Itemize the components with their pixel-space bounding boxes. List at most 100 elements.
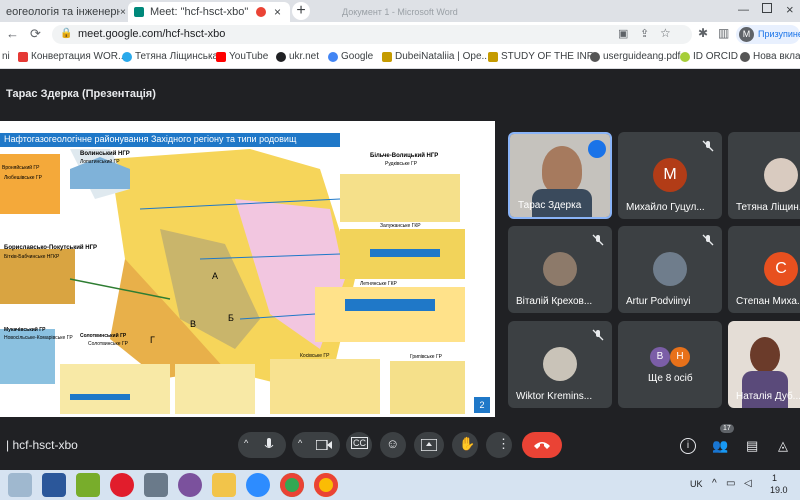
viber-icon[interactable] (178, 473, 202, 497)
captions-icon: CC (351, 437, 368, 449)
profile-avatar: M (739, 27, 754, 42)
participant-tile[interactable]: С Степан Миха... (728, 226, 800, 313)
mic-off-icon (702, 234, 714, 246)
captions-button[interactable]: CC (346, 432, 372, 458)
camera-button[interactable]: ^ (292, 432, 340, 458)
map-label: Косівське ГР (300, 353, 330, 359)
participant-tile[interactable]: Віталій Крехов... (508, 226, 612, 313)
microphone-button[interactable]: ^ (238, 432, 286, 458)
profile-button[interactable]: M Призупинено (736, 25, 800, 44)
reactions-button[interactable]: ☺ (380, 432, 406, 458)
hang-up-icon (534, 442, 550, 449)
tab-word-doc[interactable]: Документ 1 - Microsoft Word (342, 2, 462, 22)
youtube-icon (216, 51, 226, 62)
present-button[interactable] (414, 432, 444, 458)
back-arrow-icon[interactable]: ← (6, 26, 19, 41)
minimize-button[interactable]: — (738, 4, 749, 16)
file-explorer-icon[interactable] (8, 473, 32, 497)
recording-indicator-icon (256, 7, 266, 17)
bookmark-star-icon[interactable]: ☆ (660, 26, 671, 40)
meeting-info-icon[interactable]: i (680, 438, 696, 454)
participant-tile[interactable]: М Михайло Гуцул... (618, 132, 722, 219)
participant-tile[interactable]: Наталія Дуб... (728, 321, 800, 408)
bookmark-item[interactable]: Нова вклад (740, 51, 800, 62)
zoom-icon[interactable] (246, 473, 270, 497)
chat-button[interactable]: ▤ (746, 438, 762, 454)
speaking-indicator-icon (588, 140, 606, 158)
video-camera-icon (316, 440, 332, 450)
network-icon[interactable]: ▭ (726, 478, 735, 489)
reload-icon[interactable]: ⟳ (30, 26, 41, 42)
extensions-icon[interactable]: ✱ (698, 26, 708, 40)
chrome-icon[interactable] (314, 473, 338, 497)
participant-tile-speaker[interactable]: Тарас Здерка (508, 132, 612, 219)
bookmark-item[interactable]: Google (328, 51, 373, 62)
bookmark-label: ukr.net (289, 51, 320, 62)
tray-chevron-icon[interactable]: ^ (712, 478, 717, 489)
presenter-title: Тарас Здерка (Презентація) (6, 88, 156, 100)
volume-icon[interactable]: ◁ (744, 478, 752, 489)
sidebar-icon[interactable]: ▥ (718, 26, 729, 40)
bookmark-label: ni (2, 51, 10, 62)
map-label: Вроняйський ГР (2, 165, 40, 171)
keyboard-language[interactable]: UK (690, 479, 703, 489)
maximize-button[interactable] (762, 3, 772, 13)
tab-close-icon[interactable]: × (274, 2, 281, 22)
orcid-icon (680, 51, 690, 62)
activities-button[interactable]: ◬ (778, 438, 794, 454)
map-label: Мукачівський ГР (4, 327, 46, 333)
map-label: Залужанське ГКР (380, 223, 421, 229)
more-participants-label: Ще 8 осіб (648, 373, 693, 384)
camera-permission-icon[interactable]: ▣ (618, 27, 628, 40)
presentation-slide: Нафтогазогеологічне районування Західног… (0, 121, 495, 417)
meeting-code: | hcf-hsct-xbo (6, 438, 78, 452)
bookmark-item[interactable]: STUDY OF THE INF... (488, 51, 600, 62)
tab-close-icon[interactable]: × (120, 2, 126, 22)
more-participants-tile[interactable]: В Н Ще 8 осіб (618, 321, 722, 408)
participant-tile[interactable]: Тетяна Ліщин... (728, 132, 800, 219)
tools-icon[interactable] (144, 473, 168, 497)
bookmark-item[interactable]: Тетяна Ліщинська (122, 51, 218, 62)
more-options-button[interactable]: ⋮ (486, 432, 512, 458)
utorrent-icon[interactable] (76, 473, 100, 497)
people-button[interactable]: 👥 17 (712, 424, 734, 454)
hand-icon: ✋ (459, 436, 476, 451)
bookmark-item[interactable]: userguideang.pdf (590, 51, 680, 62)
google-icon (328, 51, 338, 62)
word-icon[interactable] (42, 473, 66, 497)
map-letter: А (212, 271, 219, 281)
bookmark-item[interactable]: DubeiNataliia | Ope... (382, 51, 490, 62)
telegram-icon (122, 51, 132, 62)
opera-icon[interactable] (110, 473, 134, 497)
tab-label: Meet: "hcf-hsct-xbo" (150, 6, 249, 18)
leave-call-button[interactable] (522, 432, 562, 458)
share-icon[interactable]: ⇪ (640, 27, 649, 40)
mic-off-icon (592, 234, 604, 246)
bookmark-label: Google (341, 51, 374, 62)
bookmark-item[interactable]: ID ORCID (680, 51, 738, 62)
bookmark-item[interactable]: ni (2, 51, 10, 62)
window-close-button[interactable]: × (786, 2, 794, 17)
map-label: Новосільське-Комарівське ГР (4, 335, 73, 341)
slide-title-bar: Нафтогазогеологічне районування Західног… (0, 133, 340, 147)
chrome-profile-icon[interactable] (280, 473, 304, 497)
participant-tile[interactable]: Artur Podviinyi (618, 226, 722, 313)
clock-date[interactable]: 19.0 (770, 485, 788, 495)
slide-title: Нафтогазогеологічне районування Західног… (4, 134, 297, 144)
participant-name: Степан Миха... (736, 296, 800, 307)
folder-icon[interactable] (212, 473, 236, 497)
new-tab-button[interactable]: + (292, 2, 310, 20)
section-box (0, 154, 60, 214)
tab-meet[interactable]: Meet: "hcf-hsct-xbo" × (128, 2, 290, 22)
raise-hand-button[interactable]: ✋ (452, 432, 478, 458)
clock-time[interactable]: 1 (772, 473, 777, 483)
mic-icon (264, 438, 274, 448)
bookmark-item[interactable]: Конвертация WOR... (18, 51, 126, 62)
address-field[interactable]: 🔒 meet.google.com/hcf-hsct-xbo ▣ ⇪ ☆ (52, 25, 692, 44)
participant-name: Wiktor Kremins... (516, 391, 593, 402)
tab-geology[interactable]: еогеологія та інженерна геол (0, 2, 120, 22)
bookmark-item[interactable]: YouTube (216, 51, 268, 62)
participant-tile[interactable]: Wiktor Kremins... (508, 321, 612, 408)
section-box (270, 359, 380, 414)
bookmark-item[interactable]: ukr.net (276, 51, 319, 62)
